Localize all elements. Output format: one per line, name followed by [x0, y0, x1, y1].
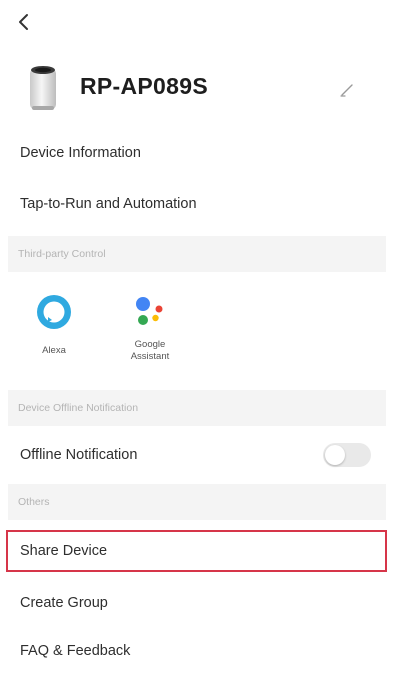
- device-information-label: Device Information: [20, 145, 141, 161]
- tap-to-run-row[interactable]: Tap-to-Run and Automation: [0, 179, 403, 229]
- device-image: [26, 62, 60, 114]
- google-assistant-label: Google Assistant: [130, 339, 170, 362]
- others-section-header: Others: [8, 484, 386, 520]
- device-name: RP-AP089S: [80, 73, 208, 99]
- create-group-row[interactable]: Create Group: [0, 578, 403, 628]
- edit-name-button[interactable]: [335, 78, 359, 102]
- section-title: Others: [18, 496, 50, 508]
- highlight-box: [6, 530, 387, 572]
- device-header: RP-AP089S: [0, 56, 403, 126]
- toggle-knob: [325, 445, 345, 465]
- offline-notification-toggle[interactable]: [323, 443, 371, 467]
- pencil-icon: [340, 84, 353, 97]
- device-information-row[interactable]: Device Information: [0, 128, 403, 178]
- google-assistant-icon: [136, 297, 163, 325]
- third-party-section-header: Third-party Control: [8, 236, 386, 272]
- offline-section-header: Device Offline Notification: [8, 390, 386, 426]
- alexa-tile[interactable]: Alexa: [19, 292, 89, 357]
- chevron-left-icon: [19, 14, 28, 30]
- alexa-label: Alexa: [42, 345, 66, 356]
- google-assistant-tile[interactable]: Google Assistant: [115, 292, 185, 363]
- faq-feedback-label: FAQ & Feedback: [20, 643, 131, 659]
- back-button[interactable]: [12, 10, 36, 34]
- section-title: Third-party Control: [18, 248, 106, 260]
- section-title: Device Offline Notification: [18, 402, 139, 414]
- tap-to-run-label: Tap-to-Run and Automation: [20, 196, 197, 212]
- offline-notification-label: Offline Notification: [20, 447, 138, 463]
- alexa-icon: [37, 295, 71, 329]
- faq-feedback-row[interactable]: FAQ & Feedback: [0, 626, 403, 676]
- create-group-label: Create Group: [20, 595, 108, 611]
